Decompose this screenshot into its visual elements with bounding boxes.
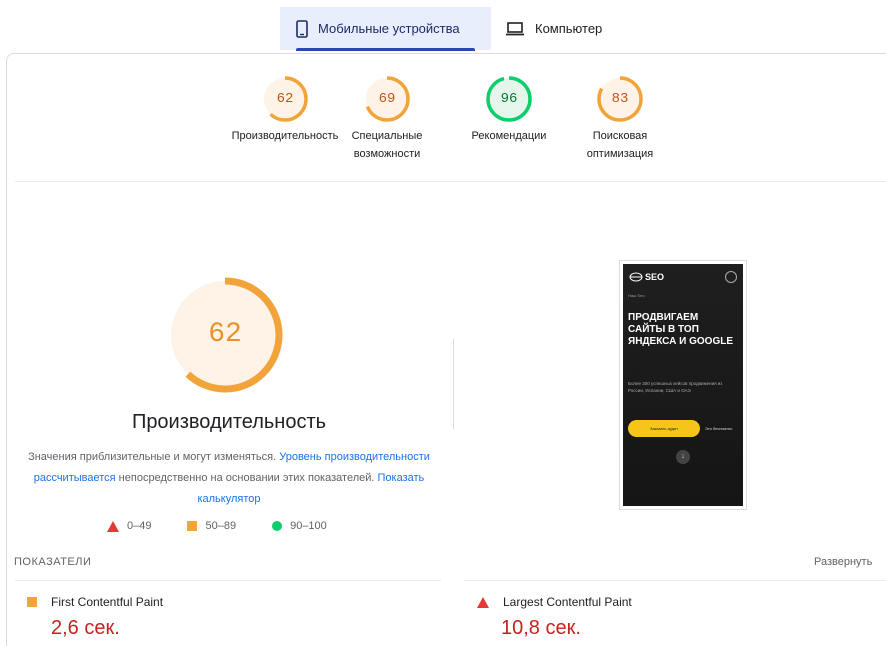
laptop-icon — [505, 21, 525, 36]
performance-score: 62 — [208, 319, 242, 350]
gauge-label: Специальные возможности — [351, 130, 423, 160]
metric-name: Largest Contentful Paint — [503, 595, 632, 609]
gauge-label: Поисковая оптимизация — [586, 130, 654, 160]
metrics-heading: ПОКАЗАТЕЛИ — [14, 556, 92, 568]
screenshot-subtext: Более 300 успешных кейсов продвижения из… — [628, 381, 723, 393]
screenshot-headline: ПРОДВИГАЕМ САЙТЫ В ТОП ЯНДЕКСА И GOOGLE — [628, 312, 734, 347]
logo-mark-icon — [629, 272, 643, 282]
gauge-score: 96 — [500, 91, 518, 107]
metric-fcp[interactable]: First Contentful Paint 2,6 сек. — [27, 595, 163, 640]
metric-name: First Contentful Paint — [51, 595, 164, 609]
tab-desktop[interactable]: Компьютер — [491, 7, 618, 50]
performance-title: Производительность — [131, 411, 327, 433]
square-icon — [27, 597, 37, 607]
device-tabs: Мобильные устройства Компьютер — [280, 7, 618, 51]
gauge-best-practices[interactable]: 96 Рекомендации — [449, 75, 569, 145]
legend-pass: 90–100 — [272, 520, 327, 532]
section-divider — [15, 181, 886, 182]
metric-value: 2,6 сек. — [51, 617, 120, 639]
site-logo: SEO — [629, 272, 664, 282]
report-card: 62 Производительность 69 Специальные возм… — [6, 53, 886, 646]
gauge-accessibility[interactable]: 69 Специальные возможности — [327, 75, 447, 163]
metric-value: 10,8 сек. — [501, 617, 581, 639]
gauge-score: 69 — [378, 91, 396, 107]
square-icon — [187, 521, 198, 531]
arrow-down-icon: ↓ — [676, 450, 690, 464]
menu-icon — [725, 271, 737, 283]
performance-description: Значения приблизительные и могут изменят… — [28, 451, 430, 505]
screenshot-content: SEO Наш Seo ПРОДВИГАЕМ САЙТЫ В ТОП ЯНДЕК… — [623, 264, 743, 506]
tab-mobile[interactable]: Мобильные устройства — [280, 7, 491, 51]
category-gauges: 62 Производительность 69 Специальные возм… — [7, 75, 886, 185]
metrics-divider — [464, 580, 886, 581]
tab-desktop-label: Компьютер — [535, 21, 603, 36]
tab-mobile-label: Мобильные устройства — [318, 21, 460, 36]
vertical-divider — [453, 339, 454, 429]
circle-icon — [272, 521, 283, 531]
performance-gauge: 62 — [165, 275, 285, 395]
screenshot-cta: Заказать аудит — [628, 420, 700, 437]
legend-average: 50–89 — [187, 520, 236, 532]
smartphone-icon — [296, 19, 308, 38]
triangle-icon — [477, 596, 489, 608]
metrics-divider — [15, 580, 441, 581]
metric-lcp[interactable]: Largest Contentful Paint 10,8 сек. — [477, 595, 632, 640]
triangle-icon — [107, 520, 119, 532]
legend-fail: 0–49 — [107, 520, 151, 532]
page-screenshot[interactable]: SEO Наш Seo ПРОДВИГАЕМ САЙТЫ В ТОП ЯНДЕК… — [619, 260, 747, 510]
gauge-label: Рекомендации — [471, 130, 547, 142]
expand-button[interactable]: Развернуть — [814, 556, 872, 568]
score-legend: 0–49 50–89 90–100 — [107, 520, 363, 532]
gauge-seo[interactable]: 83 Поисковая оптимизация — [560, 75, 680, 163]
gauge-score: 83 — [611, 91, 629, 107]
